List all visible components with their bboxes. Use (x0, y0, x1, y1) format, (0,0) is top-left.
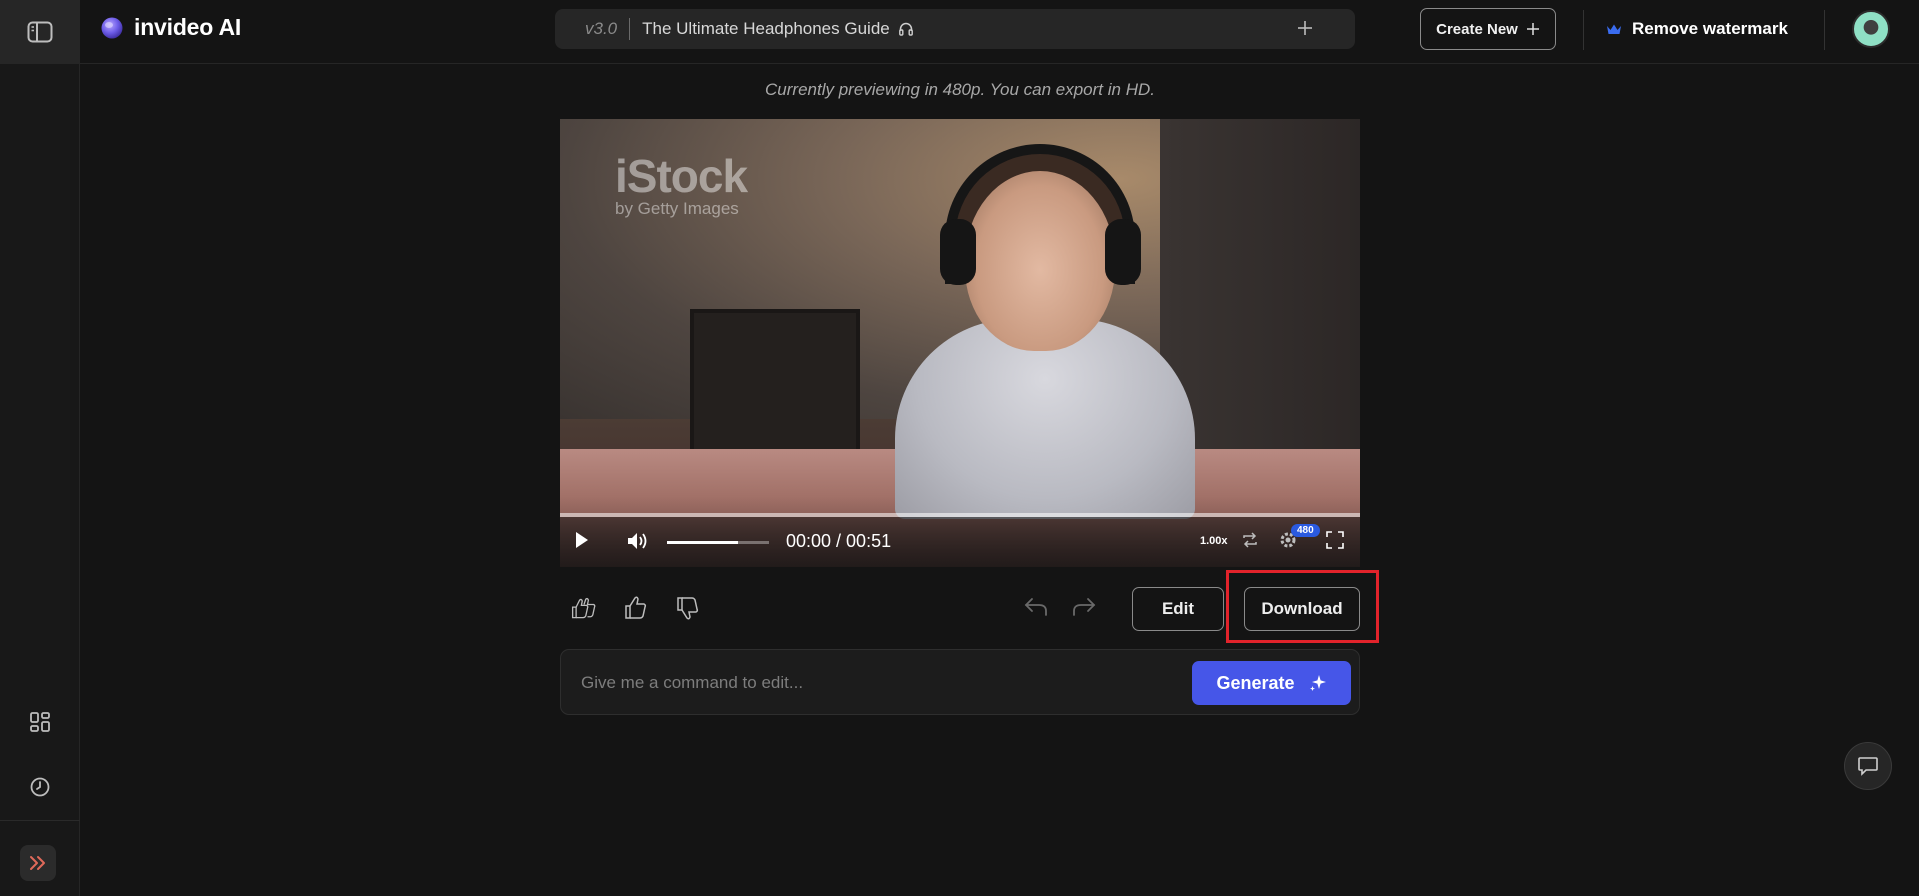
brand[interactable]: invideo AI (100, 14, 241, 41)
love-it-button[interactable] (570, 594, 598, 622)
grid-icon (30, 712, 50, 732)
header-divider-right (1824, 10, 1825, 50)
history-controls (1023, 594, 1097, 618)
project-title-bar[interactable]: v3.0 The Ultimate Headphones Guide (555, 9, 1355, 49)
sparkle-icon (1309, 675, 1326, 691)
volume-slider[interactable] (667, 541, 769, 544)
header-divider (1583, 10, 1584, 50)
top-header: invideo AI v3.0 The Ultimate Headphones … (80, 0, 1919, 64)
generate-button[interactable]: Generate (1192, 661, 1351, 705)
video-frame-earcup-right (1105, 219, 1141, 285)
templates-button[interactable] (20, 702, 60, 742)
project-title[interactable]: The Ultimate Headphones Guide (642, 19, 914, 39)
player-controls: 00:00 / 00:51 1.00x 480 (560, 517, 1360, 567)
chat-bubble-icon (1858, 757, 1878, 776)
edit-button[interactable]: Edit (1132, 587, 1224, 631)
video-frame-window (1160, 119, 1360, 449)
plus-icon (1526, 23, 1539, 35)
brand-name: invideo AI (134, 14, 242, 40)
sidebar-toggle-button[interactable] (0, 0, 80, 64)
crown-icon (1607, 24, 1621, 34)
volume-slider-fill (667, 541, 739, 544)
project-title-text: The Ultimate Headphones Guide (642, 19, 890, 38)
expand-sidebar-button[interactable] (20, 845, 56, 881)
time-display: 00:00 / 00:51 (786, 531, 892, 551)
thumbs-down-button[interactable] (674, 594, 702, 622)
stock-watermark: iStock by Getty Images (615, 149, 748, 219)
version-label: v3.0 (585, 19, 618, 38)
fullscreen-icon[interactable] (1326, 531, 1344, 549)
add-scene-plus-icon[interactable] (1295, 18, 1315, 38)
thumbs-up-icon (625, 596, 647, 619)
create-new-label: Create New (1436, 20, 1518, 38)
title-separator (629, 18, 631, 40)
volume-icon[interactable] (626, 530, 650, 552)
command-bar: Generate (560, 649, 1360, 715)
history-button[interactable] (20, 767, 60, 807)
rail-divider (0, 820, 80, 821)
expand-icon (30, 856, 45, 870)
chat-support-button[interactable] (1844, 742, 1892, 790)
redo-icon[interactable] (1071, 594, 1097, 618)
play-icon[interactable] (574, 530, 590, 550)
download-highlight-box (1226, 570, 1379, 643)
video-frame-earcup-left (940, 219, 976, 285)
headphones-icon (898, 22, 913, 36)
video-player[interactable]: iStock by Getty Images 00:00 / 00:51 1.0… (560, 119, 1360, 567)
thumbs-down-icon (677, 597, 699, 620)
remove-watermark-label: Remove watermark (1632, 19, 1788, 38)
remove-watermark-button[interactable]: Remove watermark (1606, 14, 1788, 44)
preview-quality-note: Currently previewing in 480p. You can ex… (765, 80, 1155, 99)
video-frame-shelf (690, 309, 860, 459)
history-icon (30, 777, 50, 797)
left-rail (0, 0, 80, 896)
playback-speed[interactable]: 1.00x (1200, 535, 1228, 547)
create-new-button[interactable]: Create New (1420, 8, 1556, 50)
resolution-badge: 480 (1291, 524, 1320, 537)
undo-icon[interactable] (1023, 594, 1049, 618)
invideo-logo-icon (101, 17, 123, 38)
loop-icon[interactable] (1240, 531, 1260, 549)
stock-watermark-sub: by Getty Images (615, 199, 739, 218)
stock-watermark-main: iStock (615, 150, 748, 202)
double-thumbs-up-icon (571, 597, 596, 619)
feedback-buttons (570, 594, 702, 622)
thumbs-up-button[interactable] (622, 594, 650, 622)
generate-label: Generate (1216, 672, 1295, 693)
command-input[interactable] (581, 670, 1141, 696)
sidebar-toggle-icon (27, 21, 53, 43)
avatar[interactable] (1852, 10, 1890, 48)
